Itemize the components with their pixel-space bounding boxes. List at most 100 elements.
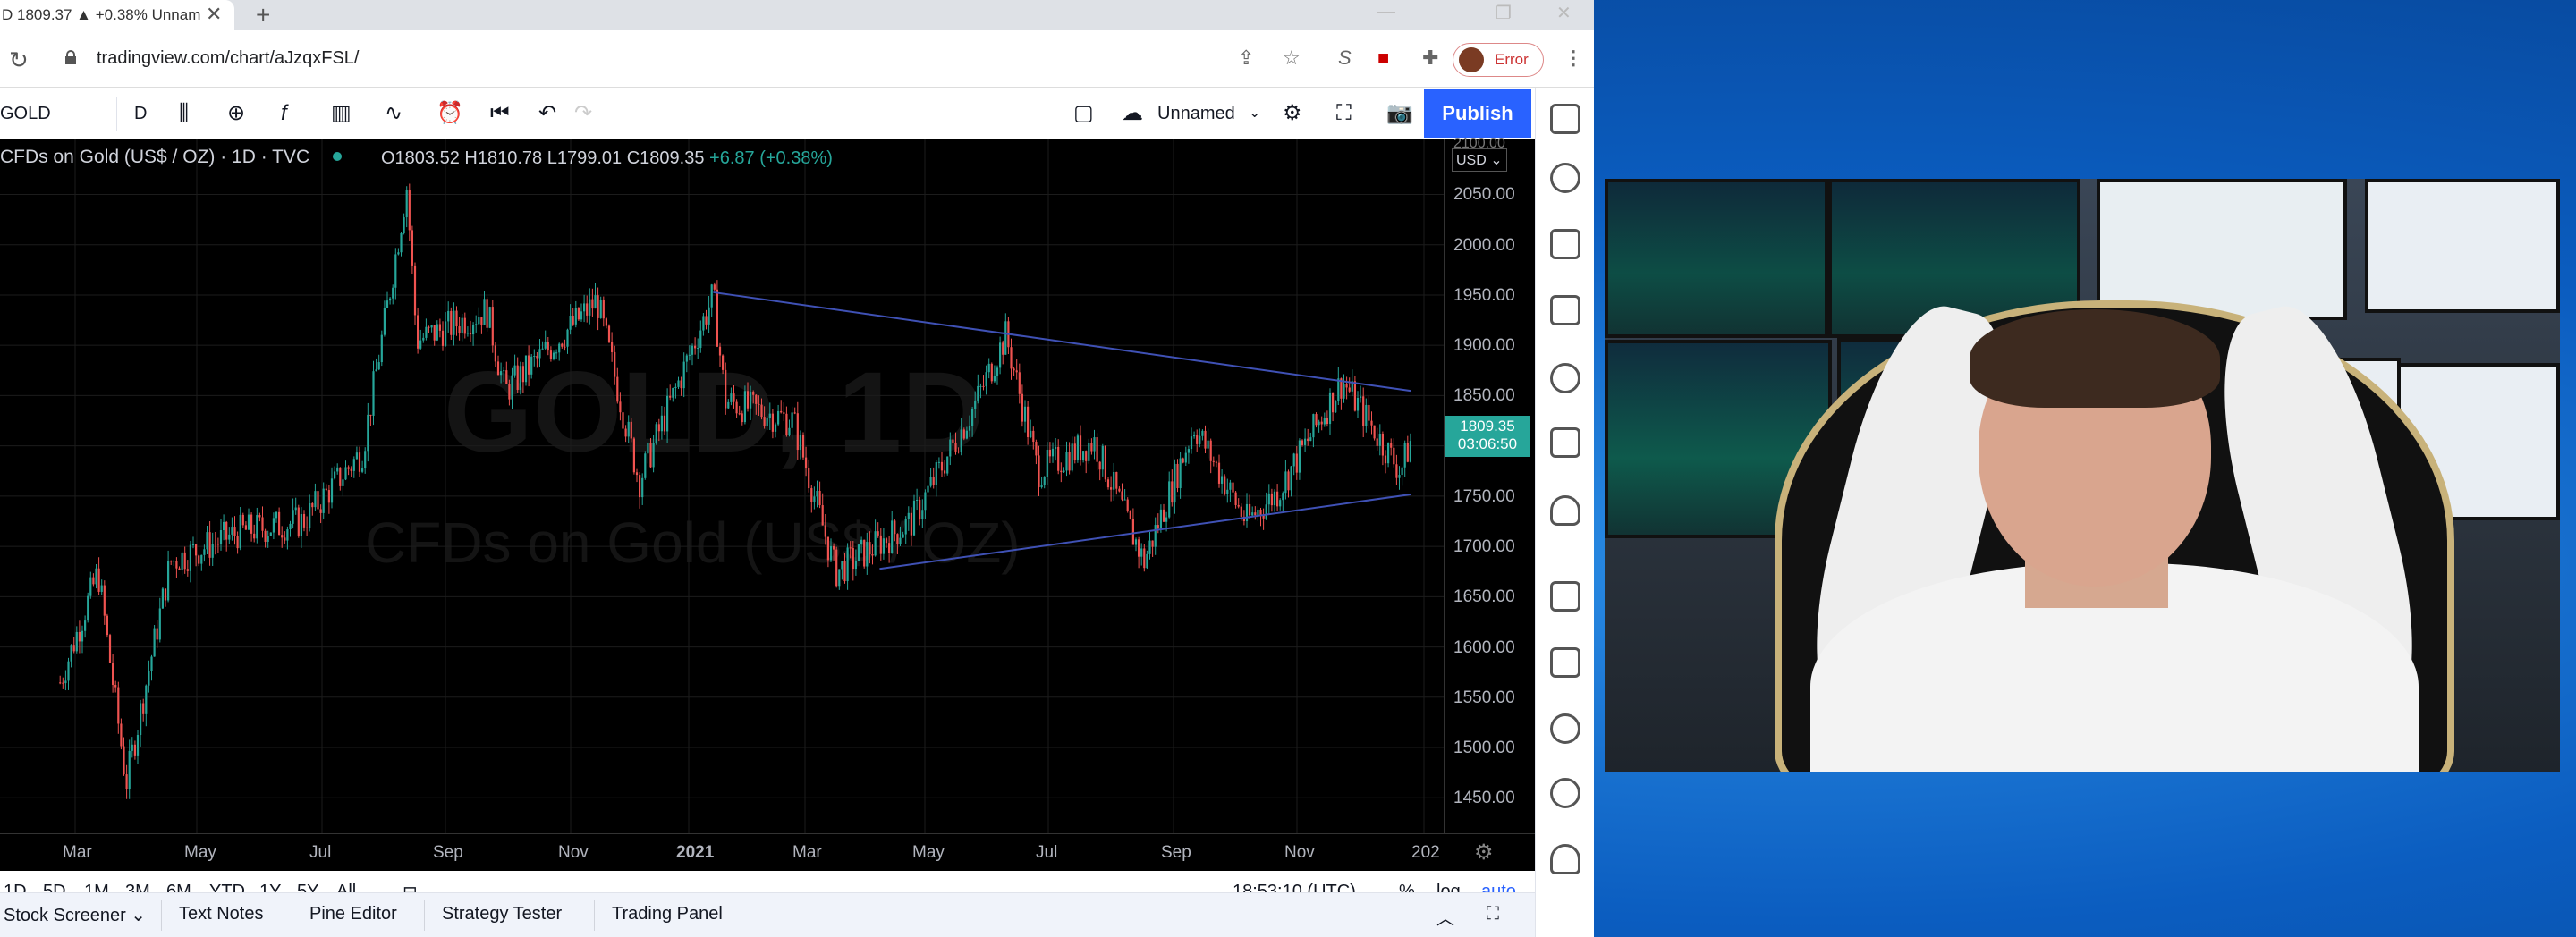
candle-body xyxy=(1373,425,1376,439)
streams-icon[interactable] xyxy=(1550,778,1580,808)
ideas-lightbulb-icon[interactable] xyxy=(1550,495,1580,526)
candle-body xyxy=(1151,540,1154,547)
publish-button[interactable]: Publish xyxy=(1424,89,1531,138)
candle-body xyxy=(738,413,741,415)
close-tab-icon[interactable]: ✕ xyxy=(206,3,222,26)
news-icon[interactable] xyxy=(1550,229,1580,259)
candle-body xyxy=(1068,452,1071,471)
candle-body xyxy=(225,521,228,540)
candle-body xyxy=(774,424,777,432)
share-icon[interactable]: ⇪ xyxy=(1238,46,1254,70)
alerts-clock-icon[interactable] xyxy=(1550,163,1580,193)
candle-body xyxy=(672,387,674,398)
chats-icon[interactable] xyxy=(1550,581,1580,612)
candle-body xyxy=(1209,440,1212,461)
templates-icon[interactable]: ∿ xyxy=(385,98,402,129)
bottom-tab[interactable]: Strategy Tester xyxy=(442,904,562,924)
messages-icon[interactable] xyxy=(1550,647,1580,678)
select-layout-icon[interactable]: ▢ xyxy=(1073,98,1094,129)
close-window-icon[interactable]: ✕ xyxy=(1556,2,1572,24)
symbol-search[interactable]: GOLD xyxy=(0,98,51,129)
snapshot-camera-icon[interactable]: 📷 xyxy=(1386,98,1413,129)
price-axis[interactable]: 2100.00 USD ⌄ 2050.00 2000.00 1950.00 1900.… xyxy=(1444,136,1535,833)
candle-body xyxy=(1290,466,1292,491)
extension-mail-icon[interactable]: ■ xyxy=(1377,46,1389,70)
candle-body xyxy=(436,324,438,341)
candle-body xyxy=(1282,493,1284,501)
candle-body xyxy=(680,380,682,389)
candle-body xyxy=(1071,443,1073,471)
calendar-icon[interactable] xyxy=(1550,427,1580,458)
price-chart[interactable] xyxy=(0,139,1444,833)
candle-body xyxy=(1110,487,1113,490)
candle-body xyxy=(311,502,314,508)
hotlist-icon[interactable] xyxy=(1550,363,1580,393)
candle-body xyxy=(461,317,463,334)
chart-settings-icon[interactable]: ⚙ xyxy=(1474,840,1494,865)
collapse-panel-icon[interactable]: ︿ xyxy=(1436,904,1454,930)
currency-button[interactable]: USD ⌄ xyxy=(1452,148,1507,172)
candle-body xyxy=(1140,548,1143,557)
candle-body xyxy=(1176,463,1179,488)
candle-body xyxy=(652,443,655,468)
settings-gear-icon[interactable]: ⚙ xyxy=(1283,98,1302,129)
candle-body xyxy=(1015,370,1018,373)
new-tab-icon[interactable]: + xyxy=(256,1,270,30)
candle-body xyxy=(547,342,549,351)
candle-body xyxy=(655,424,657,443)
candle-body xyxy=(783,412,785,414)
candle-body xyxy=(1307,438,1309,442)
bottom-tab[interactable]: Text Notes xyxy=(179,904,263,924)
candle-body xyxy=(123,746,125,775)
watchlist-icon[interactable] xyxy=(1550,104,1580,134)
extension-s-icon[interactable]: S xyxy=(1338,46,1352,70)
cloud-icon[interactable]: ☁ xyxy=(1122,98,1143,129)
candle-body xyxy=(153,628,156,657)
chevron-down-icon[interactable]: ⌄ xyxy=(1249,98,1260,129)
data-window-icon[interactable] xyxy=(1550,295,1580,325)
person-hair xyxy=(1970,309,2220,408)
candle-body xyxy=(577,308,580,320)
compare-icon[interactable]: ⊕ xyxy=(227,98,245,129)
bottom-tab[interactable]: Stock Screener ⌄ xyxy=(4,904,146,926)
layout-name[interactable]: Unnamed xyxy=(1157,98,1235,129)
interval-button[interactable]: D xyxy=(134,98,147,129)
indicators-icon[interactable]: f xyxy=(281,98,287,129)
bottom-tab[interactable]: Trading Panel xyxy=(612,904,723,924)
profile-button[interactable]: Error xyxy=(1453,43,1544,77)
reload-icon[interactable]: ↻ xyxy=(9,46,29,74)
candle-body xyxy=(1401,467,1403,476)
candle-body xyxy=(300,514,303,536)
extensions-puzzle-icon[interactable]: ✚ xyxy=(1422,46,1438,70)
candle-body xyxy=(361,468,364,472)
restore-icon[interactable]: ❐ xyxy=(1496,2,1512,24)
financials-icon[interactable]: ▥ xyxy=(331,98,352,129)
candle-body xyxy=(552,352,555,359)
candle-body xyxy=(1326,418,1329,425)
alert-icon[interactable]: ⏰ xyxy=(436,98,463,129)
bookmark-star-icon[interactable]: ☆ xyxy=(1283,46,1301,70)
undo-icon[interactable]: ↶ xyxy=(538,98,556,129)
candle-body xyxy=(632,438,636,473)
chart-pane[interactable]: GOLD, 1D CFDs on Gold (US$ / OZ) CFDs on… xyxy=(0,139,1444,833)
bottom-tab[interactable]: Pine Editor xyxy=(309,904,397,924)
candle-body xyxy=(1118,488,1121,492)
candle-body xyxy=(996,367,999,376)
redo-icon[interactable]: ↷ xyxy=(574,98,592,129)
time-label: Nov xyxy=(1284,843,1315,862)
help-bulb-icon[interactable] xyxy=(1550,713,1580,744)
maximize-panel-icon[interactable]: ⛶ xyxy=(1487,904,1499,924)
replay-icon[interactable]: ⏮ xyxy=(490,98,510,129)
candle-body xyxy=(455,310,458,327)
time-axis[interactable]: Mar May Jul Sep Nov 2021 Mar May Jul Sep Nov 202 ⚙ xyxy=(0,833,1535,871)
bar-style-icon[interactable]: ⫼ xyxy=(179,98,189,129)
url-field[interactable]: tradingview.com/chart/aJzqxFSL/ xyxy=(97,48,359,69)
fullscreen-icon[interactable]: ⛶ xyxy=(1336,98,1352,129)
candle-body xyxy=(472,325,475,335)
minimize-icon[interactable]: — xyxy=(1377,2,1395,22)
notifications-bell-icon[interactable] xyxy=(1550,844,1580,874)
browser-tab[interactable]: D 1809.37 ▲ +0.38% Unnam ✕ xyxy=(0,0,234,30)
candle-body xyxy=(1245,503,1249,521)
kebab-menu-icon[interactable]: ⋮ xyxy=(1563,46,1583,70)
candle-body xyxy=(1406,443,1409,462)
